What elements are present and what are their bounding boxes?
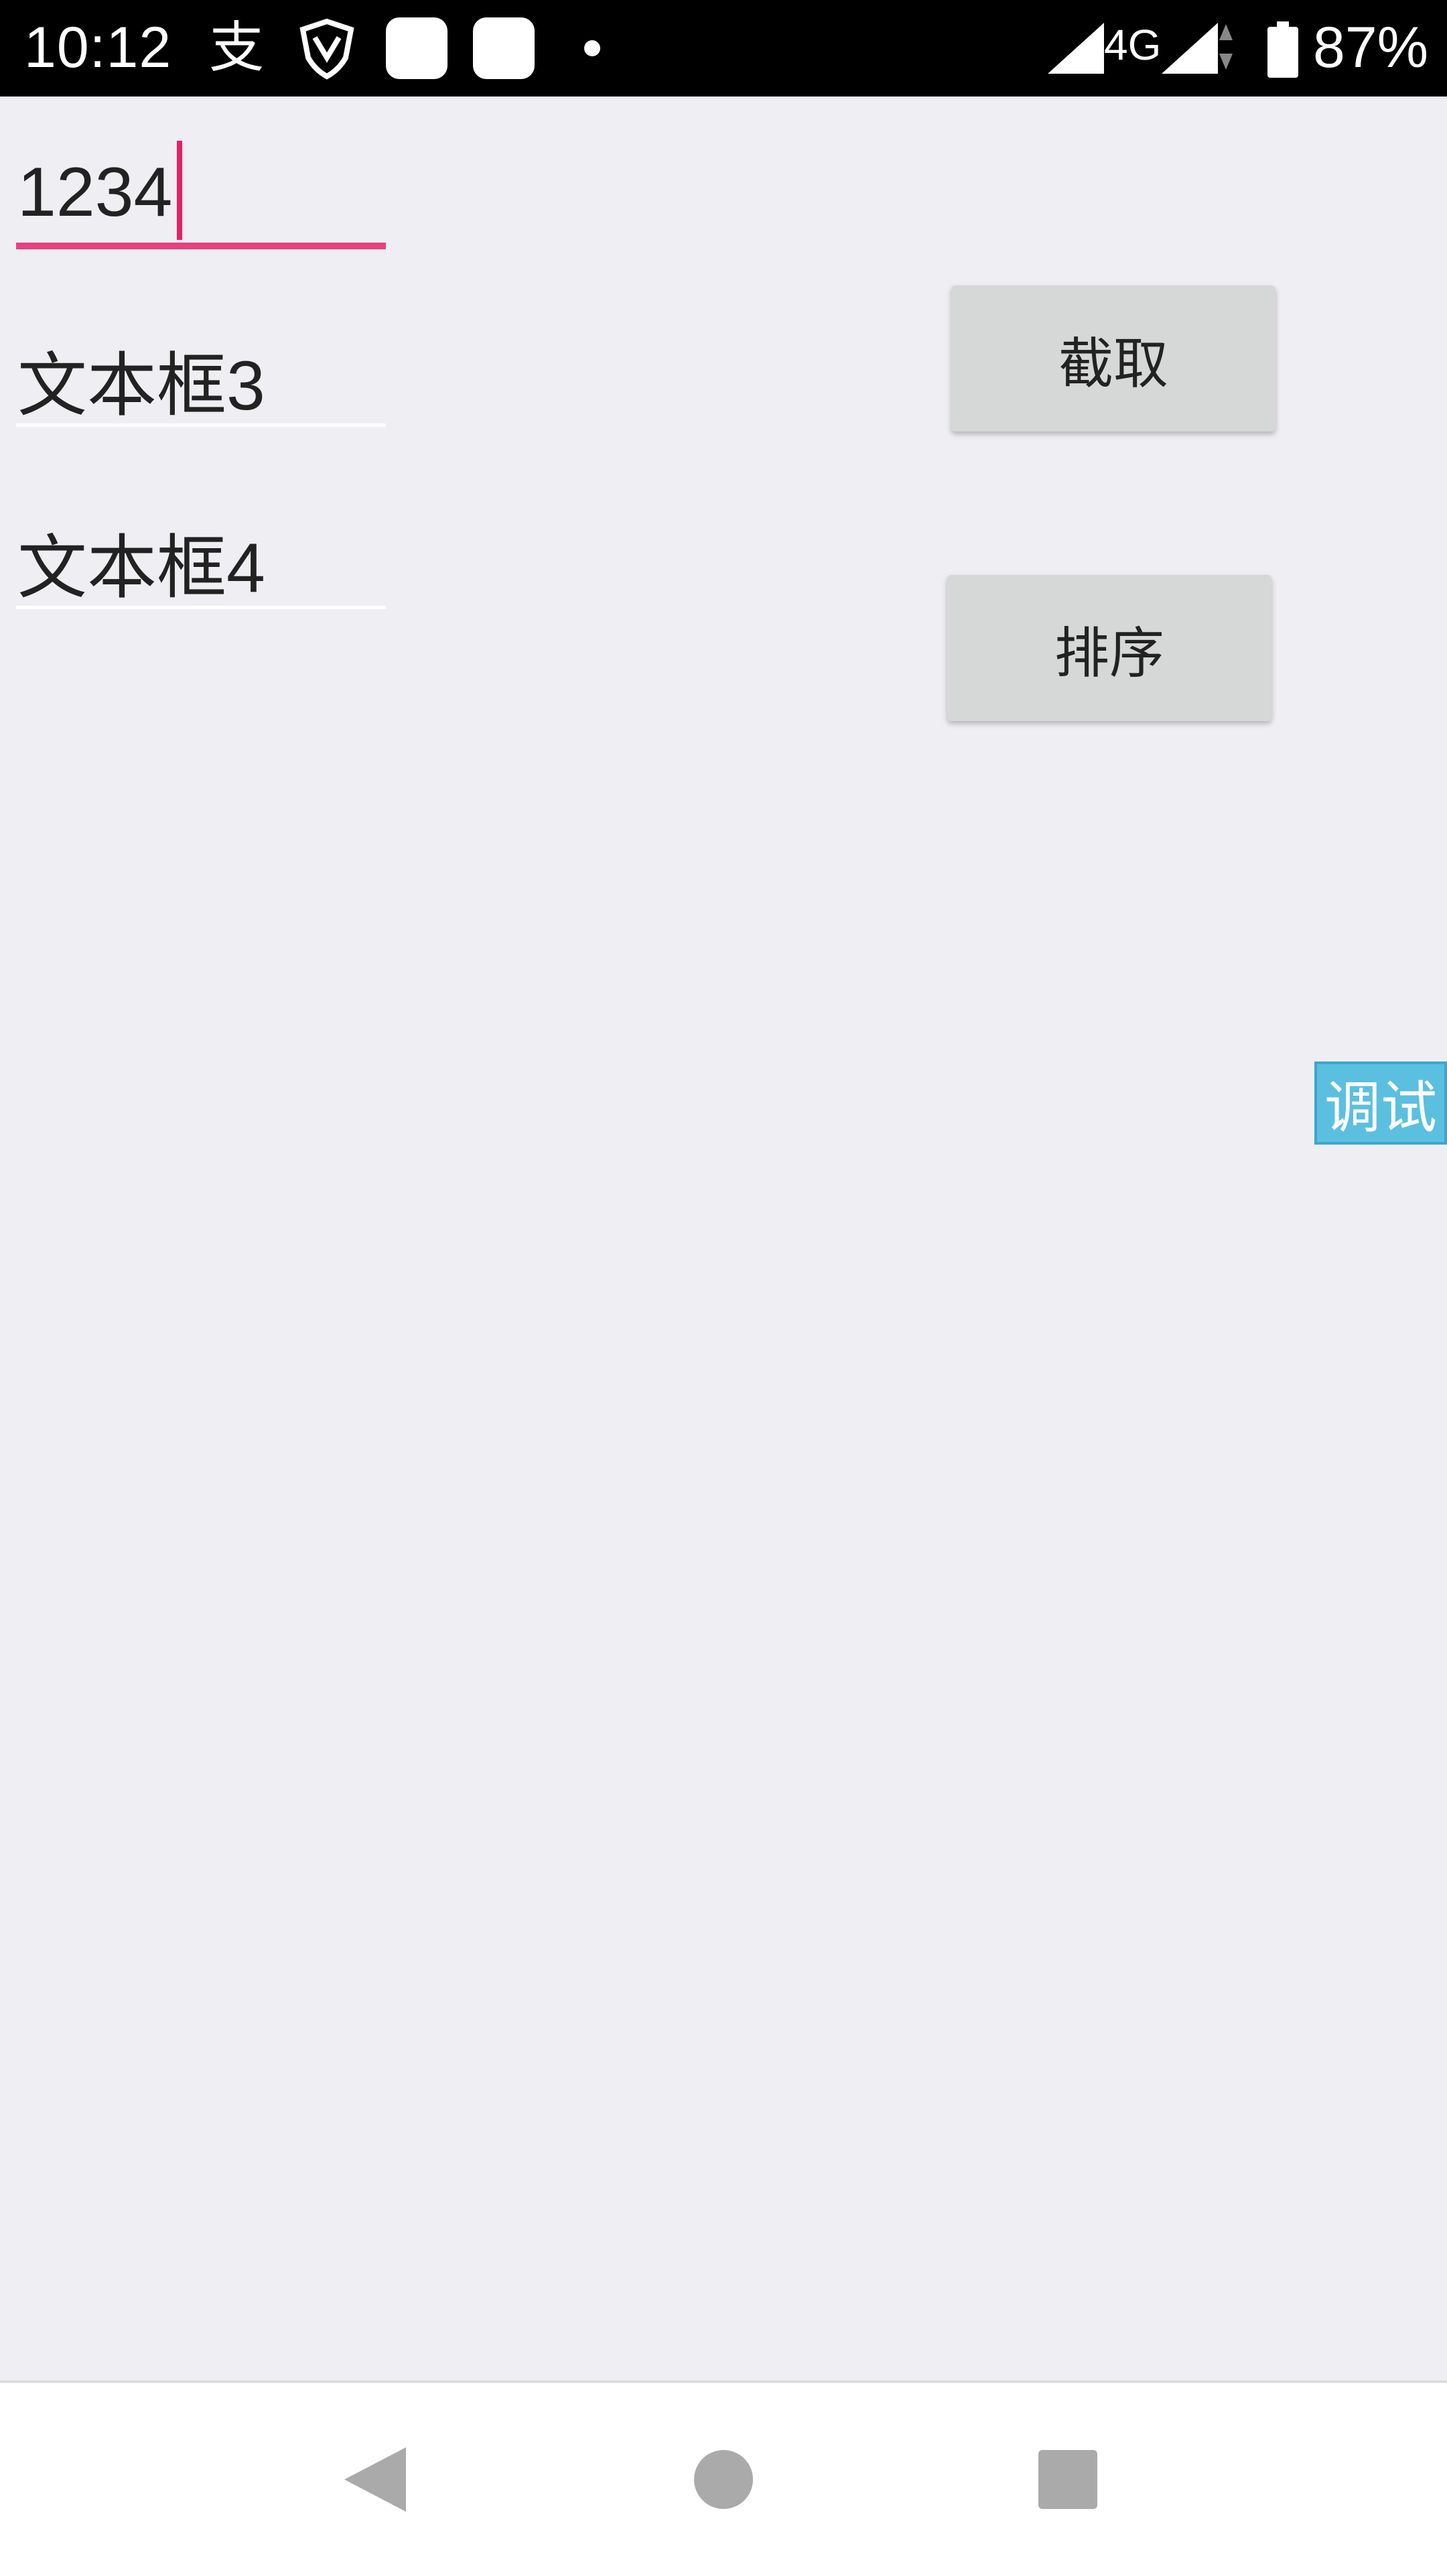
status-bar: 10:12 支 4G 87% [0,0,1447,96]
debug-button[interactable]: 调试 [1314,1061,1447,1145]
edit-text-4-underline [16,606,386,609]
home-icon[interactable] [694,2450,753,2509]
app-icon [473,17,535,79]
text-cursor [177,141,182,240]
alipay-icon: 支 [209,16,265,80]
signal-icon [1048,23,1104,74]
edit-text-4-value: 文本框4 [17,529,265,607]
cut-button[interactable]: 截取 [951,285,1276,432]
battery-icon [1267,21,1298,78]
data-arrows-icon [1219,24,1233,70]
edit-text-1-value: 1234 [17,153,173,231]
edit-text-3-underline [16,424,386,427]
sort-button[interactable]: 排序 [947,575,1271,721]
battery-percent: 87% [1313,15,1429,80]
network-type: 4G [1104,21,1162,69]
status-time: 10:12 [24,15,172,80]
edit-text-4[interactable]: 文本框4 [16,504,386,611]
shield-icon [299,18,354,80]
edit-text-1-underline [16,243,386,249]
app-icon [386,17,447,79]
navigation-bar [0,2380,1447,2576]
back-icon[interactable] [342,2445,409,2514]
signal-icon [1162,23,1218,74]
edit-text-3[interactable]: 文本框3 [16,322,386,429]
recent-apps-icon[interactable] [1038,2450,1097,2509]
edit-text-1[interactable]: 1234 [16,141,386,255]
edit-text-3-value: 文本框3 [17,347,265,425]
notification-dot-icon [584,40,600,56]
